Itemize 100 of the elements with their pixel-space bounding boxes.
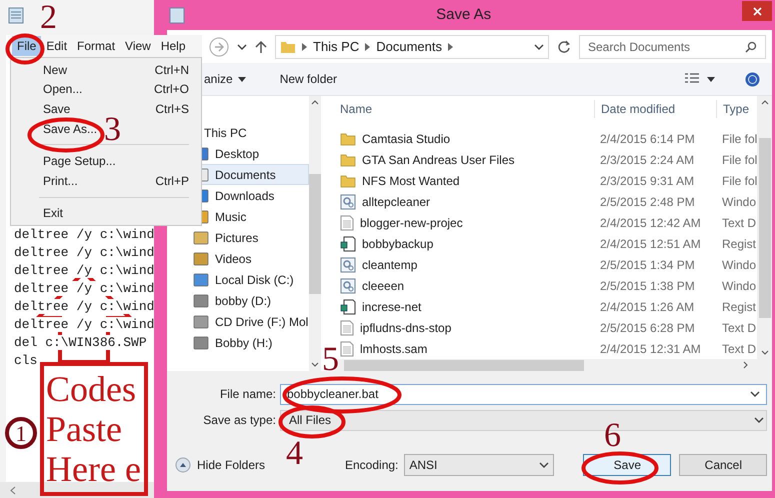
window-title: Save As [435, 4, 492, 25]
scrollbar[interactable] [757, 96, 772, 359]
shortcut-label: Ctrl+P [155, 172, 189, 190]
annotation-text: Codes [46, 369, 137, 409]
file-name: Camtasia Studio [362, 130, 450, 148]
search-icon [745, 40, 758, 52]
file-name: increse-net [362, 298, 422, 316]
file-row[interactable]: ipfludns-dns-stop 2/5/2015 6:28 PM Text D [334, 317, 758, 338]
scroll-down-icon [311, 362, 320, 367]
text-file-icon [340, 214, 354, 230]
search-field[interactable]: Search Documents [579, 34, 766, 58]
address-bar[interactable]: This PC Documents [275, 34, 549, 58]
field-label: Save as type: [202, 412, 277, 429]
file-row[interactable]: cleantemp 2/5/2015 1:34 PM Windo [334, 254, 758, 275]
cd-icon [193, 314, 209, 328]
breadcrumb-item[interactable]: This PC [313, 36, 360, 56]
file-row[interactable]: NFS Most Wanted 2/3/2015 9:31 AM File fol [334, 170, 758, 191]
drive-icon [193, 294, 209, 308]
close-button[interactable] [742, 1, 772, 21]
file-name: blogger-new-projec [360, 214, 463, 232]
date-cell-text: 2/5/2015 1:38 PM [599, 278, 696, 294]
up-arrow-icon[interactable] [255, 40, 267, 54]
shortcut-label: Ctrl+O [154, 81, 189, 98]
file-name: GTA San Andreas User Files [362, 152, 515, 168]
folder-icon [340, 130, 356, 146]
file-row[interactable]: bobbybackup 2/4/2015 12:51 AM Regist [334, 233, 758, 254]
new-folder-button[interactable]: New folder [280, 70, 338, 88]
menu-bar-item[interactable]: Format [72, 36, 120, 56]
nav-item[interactable]: Videos [192, 248, 310, 269]
file-name: ipfludns-dns-stop [360, 320, 452, 336]
date-cell-text: 2/5/2015 2:48 PM [599, 194, 696, 210]
date-cell-text: 2/4/2015 1:26 AM [599, 298, 696, 316]
column-header[interactable]: Name [334, 100, 594, 118]
file-name: cleeeen [362, 278, 404, 294]
type-cell-text: Windo [721, 278, 758, 294]
file-row[interactable]: cleeeen 2/5/2015 1:38 PM Windo [334, 275, 758, 296]
menu-bar-item[interactable]: View [120, 36, 156, 56]
caret-icon[interactable] [707, 76, 716, 82]
notepad-icon [169, 6, 185, 24]
file-row[interactable]: blogger-new-projec 2/4/2015 12:42 AM Text D [334, 212, 758, 233]
refresh-icon[interactable] [557, 40, 571, 54]
help-icon[interactable] [745, 72, 760, 86]
nav-item[interactable]: CD Drive (F:) Mol [192, 311, 310, 332]
nav-item[interactable]: Pictures [192, 227, 310, 248]
registry-file-icon [340, 236, 356, 252]
folder-icon [340, 172, 356, 188]
step-number: 5 [322, 342, 339, 378]
annotation-text: Paste [46, 409, 123, 449]
file-row[interactable]: alltepcleaner 2/5/2015 2:48 PM Windo [334, 191, 758, 212]
type-cell-text: Regist [721, 298, 758, 316]
type-cell-text: Text D [721, 340, 758, 358]
dialog-button[interactable]: Cancel [679, 454, 768, 476]
notepad-icon [8, 6, 24, 24]
close-icon [752, 6, 762, 16]
date-cell-text: 2/4/2015 12:42 AM [599, 214, 702, 232]
file-row[interactable]: GTA San Andreas User Files 2/3/2015 2:24 AM File fol [334, 149, 758, 170]
folder-icon [340, 152, 356, 168]
chevron-up-icon [175, 457, 191, 473]
drive-icon [193, 336, 209, 350]
file-row[interactable]: Camtasia Studio 2/4/2015 6:14 PM File fol [334, 128, 758, 149]
date-cell-text: 2/4/2015 12:31 AM [599, 340, 702, 358]
chevron-down-icon [754, 417, 764, 423]
breadcrumb-item[interactable]: Documents [376, 36, 442, 56]
text-file-icon [340, 340, 354, 356]
chevron-right-icon [365, 42, 370, 50]
column-header[interactable]: Date modified [594, 100, 716, 118]
menu-bar-item[interactable]: Help [156, 36, 191, 56]
date-cell-text: 2/5/2015 6:28 PM [599, 320, 696, 336]
field-label: Encoding: [345, 457, 398, 474]
scroll-left-icon[interactable] [10, 486, 16, 494]
nav-item[interactable]: bobby (D:) [192, 290, 310, 311]
file-name: bobbybackup [362, 236, 434, 252]
pictures-icon [193, 230, 209, 244]
shortcut-label: Ctrl+N [154, 62, 189, 79]
gear-file-icon [340, 194, 356, 210]
scroll-right-icon [743, 361, 748, 369]
chevron-down-icon [237, 44, 247, 50]
chevron-down-icon [534, 44, 544, 50]
scrollbar[interactable] [309, 96, 322, 371]
file-name-field[interactable]: bobbycleaner.bat [280, 384, 768, 404]
encoding-dropdown[interactable]: ANSI [404, 454, 554, 476]
menu-item[interactable]: Page Setup... [41, 151, 116, 171]
type-cell-text: File fol [721, 130, 758, 148]
file-name: alltepcleaner [362, 194, 430, 210]
menu-bar-item[interactable]: Edit [41, 36, 72, 56]
organize-button[interactable]: anize [204, 70, 246, 88]
date-cell-text: 2/5/2015 1:34 PM [599, 256, 696, 274]
file-name: cleantemp [362, 256, 418, 274]
view-list-icon[interactable] [685, 73, 700, 85]
chevron-right-icon [448, 42, 453, 50]
scroll-up-icon [760, 100, 769, 105]
scroll-down-icon [760, 350, 769, 355]
file-name: lmhosts.sam [360, 340, 428, 358]
gear-file-icon [340, 278, 356, 294]
nav-item[interactable]: Local Disk (C:) [192, 269, 310, 290]
type-cell-text: File fol [721, 152, 758, 168]
step-number: 2 [40, 0, 57, 36]
file-row[interactable]: increse-net 2/4/2015 1:26 AM Regist [334, 296, 758, 317]
nav-item[interactable]: Bobby (H:) [192, 332, 310, 353]
menu-item[interactable]: Exit [41, 203, 64, 224]
